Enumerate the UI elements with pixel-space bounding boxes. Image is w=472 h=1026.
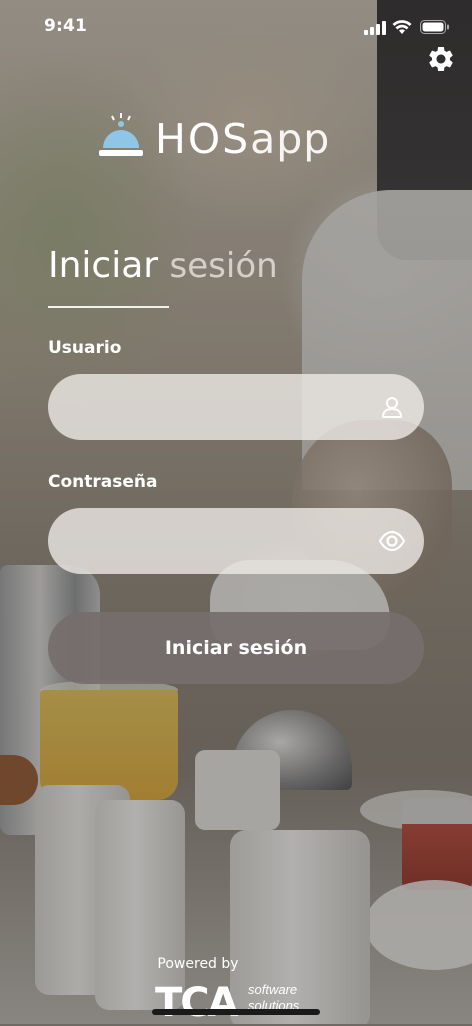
title-underline xyxy=(48,306,169,308)
battery-icon xyxy=(420,20,449,34)
logo-wordmark: HOSapp xyxy=(155,116,330,162)
password-field[interactable] xyxy=(48,508,424,576)
brand-line1: software xyxy=(248,982,298,997)
page-title-light: sesión xyxy=(169,246,278,286)
password-label: Contraseña xyxy=(48,472,158,492)
status-time: 9:41 xyxy=(44,16,88,36)
username-field[interactable] xyxy=(48,374,424,442)
wifi-icon xyxy=(392,20,412,34)
home-indicator[interactable] xyxy=(152,1009,320,1015)
page-title-bold: Iniciar xyxy=(48,245,159,286)
powered-by-label: Powered by xyxy=(157,956,239,972)
username-input[interactable] xyxy=(70,374,374,442)
cellular-signal-icon xyxy=(364,21,386,35)
username-label: Usuario xyxy=(48,338,122,358)
gear-icon[interactable] xyxy=(426,44,456,74)
brand-logo: TCA software solutions xyxy=(155,978,325,1026)
service-bell-icon xyxy=(99,113,143,156)
brand-name: TCA xyxy=(155,980,239,1026)
login-button[interactable]: Iniciar sesión xyxy=(48,612,424,684)
status-bar: 9:41 xyxy=(0,0,472,54)
logo-text-light: app xyxy=(250,115,331,163)
user-icon xyxy=(382,397,402,418)
password-input[interactable] xyxy=(70,508,374,576)
page-title: Iniciar sesión xyxy=(48,243,278,289)
logo-text-bold: HOS xyxy=(155,115,251,163)
eye-icon[interactable] xyxy=(378,527,406,555)
